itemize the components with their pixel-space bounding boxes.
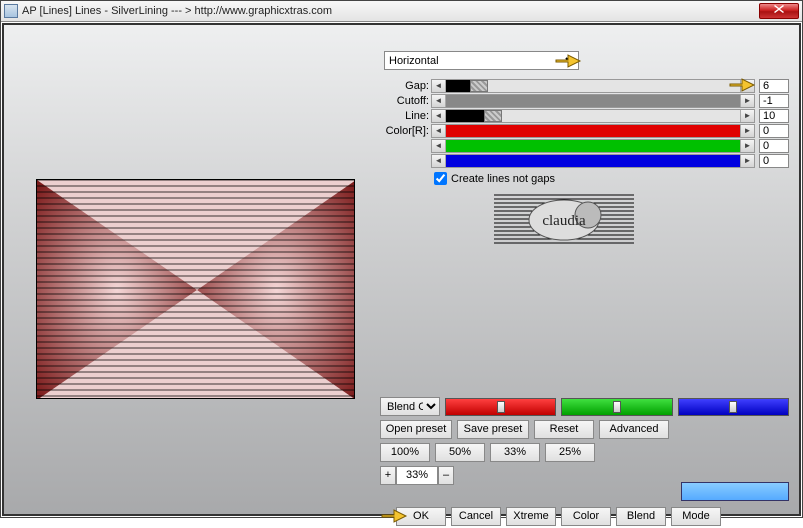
zoom-out-button[interactable]: – bbox=[438, 466, 454, 485]
gap-label: Gap: bbox=[384, 80, 431, 92]
client-area: Horizontal Gap: ◄ ► 6 bbox=[2, 23, 801, 516]
cutoff-label: Cutoff: bbox=[384, 95, 431, 107]
close-button[interactable] bbox=[759, 3, 799, 19]
color-b-slider[interactable]: ◄ ► bbox=[431, 154, 755, 168]
window-title: AP [Lines] Lines - SilverLining --- > ht… bbox=[22, 5, 759, 17]
mode-button[interactable]: Mode bbox=[671, 507, 721, 526]
create-lines-row: Create lines not gaps bbox=[434, 172, 789, 185]
preview-panel bbox=[36, 179, 355, 399]
g-inc[interactable]: ► bbox=[740, 140, 754, 152]
pct-33-button[interactable]: 33% bbox=[490, 443, 540, 462]
color-r-label: Color[R]: bbox=[384, 125, 431, 137]
create-lines-label: Create lines not gaps bbox=[451, 173, 555, 185]
r-dec[interactable]: ◄ bbox=[432, 125, 446, 137]
b-inc[interactable]: ► bbox=[740, 155, 754, 167]
preview-image bbox=[37, 180, 355, 399]
cutoff-value[interactable]: -1 bbox=[759, 94, 789, 108]
save-preset-button[interactable]: Save preset bbox=[457, 420, 529, 439]
zoom-in-button[interactable]: + bbox=[380, 466, 396, 485]
blend-options-select[interactable]: Blend Options bbox=[380, 397, 440, 416]
blend-b-slider[interactable] bbox=[678, 398, 789, 416]
color-b-value[interactable]: 0 bbox=[759, 154, 789, 168]
line-label: Line: bbox=[384, 110, 431, 122]
cutoff-row: Cutoff: ◄ ► -1 bbox=[384, 93, 789, 108]
claudia-logo: claudia bbox=[494, 193, 634, 248]
line-inc[interactable]: ► bbox=[740, 110, 754, 122]
line-dec[interactable]: ◄ bbox=[432, 110, 446, 122]
blend-row: Blend Options bbox=[380, 397, 789, 416]
reset-button[interactable]: Reset bbox=[534, 420, 594, 439]
cancel-button[interactable]: Cancel bbox=[451, 507, 501, 526]
ok-button[interactable]: OK bbox=[396, 507, 446, 526]
color-button[interactable]: Color bbox=[561, 507, 611, 526]
bottom-panel: Blend Options Open preset Save preset Re… bbox=[380, 397, 789, 489]
color-r-row: Color[R]: ◄ ► 0 bbox=[384, 123, 789, 138]
preset-row: Open preset Save preset Reset Advanced bbox=[380, 420, 789, 439]
close-icon bbox=[774, 5, 784, 13]
controls-panel: Horizontal Gap: ◄ ► 6 bbox=[384, 51, 789, 185]
b-dec[interactable]: ◄ bbox=[432, 155, 446, 167]
window-icon bbox=[4, 4, 18, 18]
r-inc[interactable]: ► bbox=[740, 125, 754, 137]
pct-25-button[interactable]: 25% bbox=[545, 443, 595, 462]
line-value[interactable]: 10 bbox=[759, 109, 789, 123]
orientation-select[interactable]: Horizontal bbox=[384, 51, 579, 70]
color-g-row: ◄ ► 0 bbox=[384, 138, 789, 153]
gap-inc[interactable]: ► bbox=[740, 80, 754, 92]
titlebar[interactable]: AP [Lines] Lines - SilverLining --- > ht… bbox=[1, 1, 802, 22]
line-slider[interactable]: ◄ ► bbox=[431, 109, 755, 123]
cutoff-dec[interactable]: ◄ bbox=[432, 95, 446, 107]
percent-row: 100% 50% 33% 25% bbox=[380, 443, 789, 462]
create-lines-checkbox[interactable] bbox=[434, 172, 447, 185]
blend-g-slider[interactable] bbox=[561, 398, 672, 416]
gap-slider[interactable]: ◄ ► bbox=[431, 79, 755, 93]
cutoff-inc[interactable]: ► bbox=[740, 95, 754, 107]
blend-button[interactable]: Blend bbox=[616, 507, 666, 526]
color-swatch[interactable] bbox=[681, 482, 789, 501]
color-r-value[interactable]: 0 bbox=[759, 124, 789, 138]
gap-dec[interactable]: ◄ bbox=[432, 80, 446, 92]
color-r-slider[interactable]: ◄ ► bbox=[431, 124, 755, 138]
orientation-row: Horizontal bbox=[384, 51, 789, 70]
blend-r-slider[interactable] bbox=[445, 398, 556, 416]
plugin-window: AP [Lines] Lines - SilverLining --- > ht… bbox=[0, 0, 803, 518]
pct-50-button[interactable]: 50% bbox=[435, 443, 485, 462]
gap-row: Gap: ◄ ► 6 bbox=[384, 78, 789, 93]
g-dec[interactable]: ◄ bbox=[432, 140, 446, 152]
color-g-value[interactable]: 0 bbox=[759, 139, 789, 153]
action-row: OK Cancel Xtreme Color Blend Mode bbox=[396, 507, 721, 526]
gap-value[interactable]: 6 bbox=[759, 79, 789, 93]
color-b-row: ◄ ► 0 bbox=[384, 153, 789, 168]
open-preset-button[interactable]: Open preset bbox=[380, 420, 452, 439]
line-row: Line: ◄ ► 10 bbox=[384, 108, 789, 123]
color-g-slider[interactable]: ◄ ► bbox=[431, 139, 755, 153]
pct-100-button[interactable]: 100% bbox=[380, 443, 430, 462]
xtreme-button[interactable]: Xtreme bbox=[506, 507, 556, 526]
cutoff-slider[interactable]: ◄ ► bbox=[431, 94, 755, 108]
logo-text: claudia bbox=[542, 213, 586, 229]
zoom-value[interactable]: 33% bbox=[396, 466, 438, 485]
advanced-button[interactable]: Advanced bbox=[599, 420, 669, 439]
